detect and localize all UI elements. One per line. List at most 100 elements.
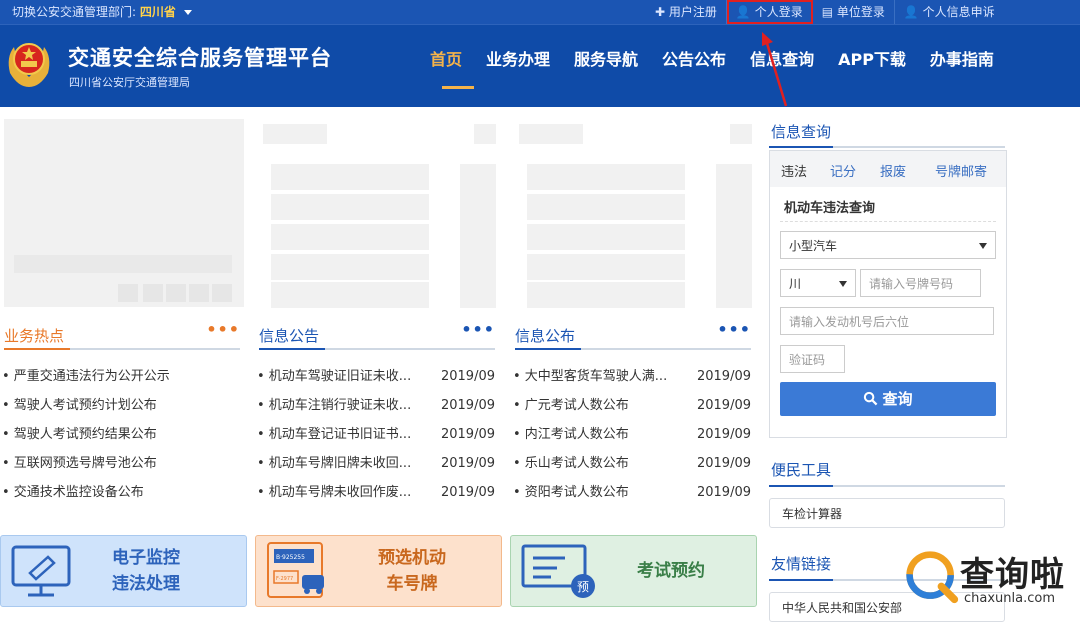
nav-business[interactable]: 业务办理 bbox=[486, 46, 550, 86]
list-item[interactable]: • 乐山考试人数公布 2019/09 bbox=[513, 449, 751, 478]
nav-app-download[interactable]: APP下载 bbox=[838, 46, 906, 86]
carousel-dot-placeholder bbox=[143, 284, 163, 302]
list-item[interactable]: • 互联网预选号牌号池公布 bbox=[2, 449, 238, 478]
list-item[interactable]: • 广元考试人数公布 2019/09 bbox=[513, 391, 751, 420]
publish-section-underline bbox=[515, 348, 581, 350]
list-item-date: 2019/09 bbox=[696, 485, 751, 500]
carousel-dot-placeholder bbox=[118, 284, 138, 302]
plus-icon: ✚ bbox=[655, 5, 666, 19]
list-item[interactable]: • 内江考试人数公布 2019/09 bbox=[513, 420, 751, 449]
hot-section-header: 业务热点 ••• bbox=[4, 320, 240, 350]
exam-badge: 预 bbox=[577, 580, 589, 594]
site-subtitle: 四川省公安厅交通管理局 bbox=[69, 76, 190, 89]
list-item[interactable]: • 驾驶人考试预约结果公布 bbox=[2, 420, 238, 449]
list-item-date: 2019/09 bbox=[440, 485, 495, 500]
notice-list: • 机动车驾驶证旧证未收... 2019/09 • 机动车注销行驶证未收... 20… bbox=[257, 362, 495, 507]
list-item[interactable]: • 机动车号牌未收回作废... 2019/09 bbox=[257, 478, 495, 507]
list-row-placeholder bbox=[271, 224, 429, 250]
department-value: 四川省 bbox=[139, 5, 176, 19]
document-icon: ▤ bbox=[821, 5, 834, 19]
more-icon[interactable]: ••• bbox=[461, 320, 495, 339]
list-row-placeholder bbox=[271, 254, 429, 280]
tab-scrap[interactable]: 报废 bbox=[880, 161, 906, 180]
plate-select-label: 预选机动 车号牌 bbox=[378, 548, 446, 594]
unit-login-link[interactable]: ▤ 单位登录 bbox=[813, 0, 895, 24]
department-prefix: 切换公安交通管理部门: bbox=[12, 5, 137, 19]
query-panel-title: 信息查询 bbox=[771, 123, 832, 141]
list-row-placeholder bbox=[527, 282, 685, 308]
vehicle-type-select[interactable]: 小型汽车 bbox=[780, 231, 996, 259]
top-links: ✚ 用户注册 👤 个人登录 ▤ 单位登录 👤 个人信息申诉 bbox=[646, 0, 1004, 24]
query-subtitle: 机动车违法查询 bbox=[784, 201, 876, 216]
list-row-placeholder bbox=[271, 194, 429, 220]
nav-announcements[interactable]: 公告公布 bbox=[662, 46, 726, 86]
list-row-placeholder bbox=[527, 194, 685, 220]
personal-login-link[interactable]: 👤 个人登录 bbox=[726, 0, 813, 24]
list-item-date: 2019/09 bbox=[696, 398, 751, 413]
license-plate-icon: B·925255 F·2977 bbox=[267, 542, 324, 598]
chevron-down-icon bbox=[839, 281, 847, 287]
more-icon[interactable]: ••• bbox=[206, 320, 240, 339]
captcha-input[interactable]: 验证码 bbox=[780, 345, 845, 373]
watermark: 查询啦 chaxunla.com bbox=[900, 545, 1080, 615]
tab-plate-mail[interactable]: 号牌邮寄 bbox=[935, 161, 987, 180]
tools-title: 便民工具 bbox=[771, 461, 832, 479]
list-item[interactable]: • 严重交通违法行为公开公示 bbox=[2, 362, 238, 391]
user-icon: 👤 bbox=[903, 5, 919, 19]
list-date-placeholder bbox=[460, 164, 496, 308]
search-icon bbox=[864, 391, 878, 406]
site-title: 交通安全综合服务管理平台 bbox=[68, 46, 332, 70]
exam-booking-label: 考试预约 bbox=[637, 561, 705, 581]
carousel-dot-placeholder bbox=[166, 284, 186, 302]
list-title-placeholder bbox=[263, 124, 327, 144]
publish-section-header: 信息公布 ••• bbox=[515, 320, 751, 350]
more-icon[interactable]: ••• bbox=[717, 320, 751, 339]
exam-icon: 预 bbox=[521, 544, 595, 598]
tool-inspection-calculator[interactable]: 车检计算器 bbox=[769, 498, 1005, 528]
plate-sample-1: B·925255 bbox=[276, 554, 305, 561]
query-tabs: 违法 记分 报废 号牌邮寄 bbox=[770, 151, 1006, 187]
main-nav: 首页 业务办理 服务导航 公告公布 信息查询 APP下载 办事指南 bbox=[430, 46, 1018, 89]
list-item[interactable]: • 机动车登记证书旧证书... 2019/09 bbox=[257, 420, 495, 449]
nav-handbook[interactable]: 办事指南 bbox=[930, 46, 994, 86]
caret-down-icon bbox=[183, 10, 192, 15]
plate-number-input[interactable]: 请输入号牌号码 bbox=[860, 269, 981, 297]
monitor-icon bbox=[11, 545, 71, 597]
e-monitor-banner[interactable]: 电子监控 违法处理 bbox=[0, 535, 247, 607]
list-row-placeholder bbox=[527, 254, 685, 280]
watermark-logo-icon bbox=[906, 551, 959, 604]
list-more-placeholder bbox=[474, 124, 496, 144]
tab-points[interactable]: 记分 bbox=[830, 161, 856, 180]
list-row-placeholder bbox=[271, 164, 429, 190]
notice-section-underline bbox=[259, 348, 325, 350]
department-switcher[interactable]: 切换公安交通管理部门: 四川省 bbox=[12, 3, 192, 20]
list-item[interactable]: • 资阳考试人数公布 2019/09 bbox=[513, 478, 751, 507]
list-item[interactable]: • 驾驶人考试预约计划公布 bbox=[2, 391, 238, 420]
appeal-link[interactable]: 👤 个人信息申诉 bbox=[895, 0, 1004, 24]
list-item[interactable]: • 机动车号牌旧牌未收回... 2019/09 bbox=[257, 449, 495, 478]
publish-section-title: 信息公布 bbox=[515, 327, 576, 345]
list-date-placeholder bbox=[716, 164, 752, 308]
list-item-date: 2019/09 bbox=[440, 398, 495, 413]
nav-service-guide[interactable]: 服务导航 bbox=[574, 46, 638, 86]
plate-select-banner[interactable]: B·925255 F·2977 预选机动 车号牌 bbox=[255, 535, 502, 607]
nav-home[interactable]: 首页 bbox=[430, 46, 475, 89]
engine-number-input[interactable]: 请输入发动机号后六位 bbox=[780, 307, 994, 335]
notice-section-title: 信息公告 bbox=[259, 327, 320, 345]
list-item[interactable]: • 交通技术监控设备公布 bbox=[2, 478, 238, 507]
province-select[interactable]: 川 bbox=[780, 269, 856, 297]
list-item[interactable]: • 大中型客货车驾驶人满... 2019/09 bbox=[513, 362, 751, 391]
chevron-down-icon bbox=[979, 243, 987, 249]
carousel-dot-placeholder bbox=[212, 284, 232, 302]
list-item[interactable]: • 机动车注销行驶证未收... 2019/09 bbox=[257, 391, 495, 420]
query-button[interactable]: 查询 bbox=[780, 382, 996, 416]
exam-booking-banner[interactable]: 预 考试预约 bbox=[510, 535, 757, 607]
tab-violation[interactable]: 违法 bbox=[781, 161, 807, 180]
list-item[interactable]: • 机动车驾驶证旧证未收... 2019/09 bbox=[257, 362, 495, 391]
query-panel: 违法 记分 报废 号牌邮寄 机动车违法查询 小型汽车 川 请输入号牌号码 请输入… bbox=[769, 150, 1007, 438]
register-link[interactable]: ✚ 用户注册 bbox=[646, 0, 727, 24]
top-bar: 切换公安交通管理部门: 四川省 ✚ 用户注册 👤 个人登录 ▤ 单位登录 👤 个… bbox=[0, 0, 1080, 25]
list-title-placeholder bbox=[519, 124, 583, 144]
site-header: 切换公安交通管理部门: 四川省 ✚ 用户注册 👤 个人登录 ▤ 单位登录 👤 个… bbox=[0, 0, 1080, 107]
plate-sample-2: F·2977 bbox=[276, 576, 293, 582]
